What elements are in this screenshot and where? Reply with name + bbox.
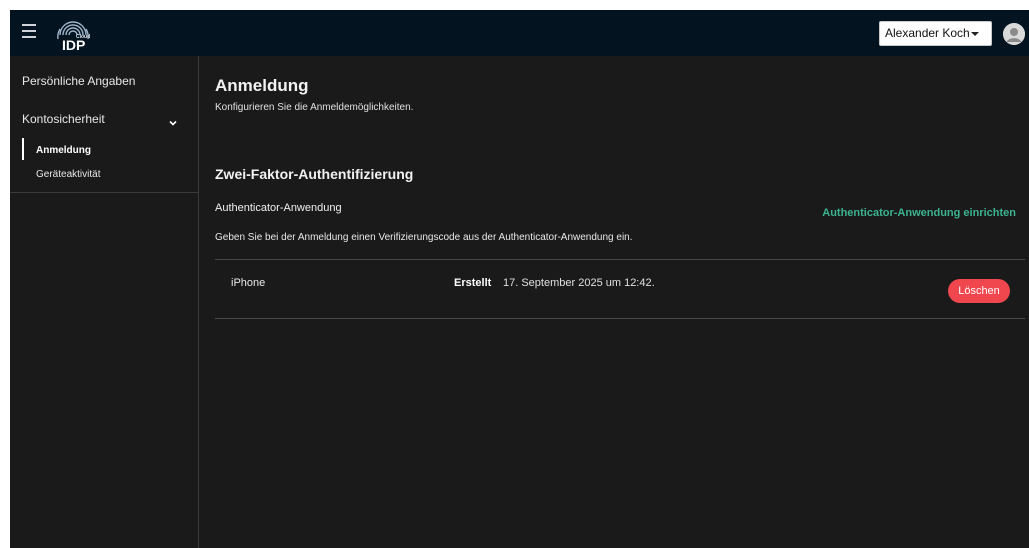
cloud-idp-logo[interactable]: Cloud IDP <box>54 13 92 53</box>
sidebar: Persönliche Angaben Kontosicherheit Anme… <box>10 56 199 548</box>
sidebar-divider <box>10 192 199 193</box>
logo-text: IDP <box>62 37 85 53</box>
sidebar-item-personal-info[interactable]: Persönliche Angaben <box>22 74 135 88</box>
device-name: iPhone <box>231 277 266 289</box>
divider <box>215 318 1025 319</box>
chevron-down-icon[interactable] <box>168 118 178 128</box>
user-avatar-icon[interactable] <box>1003 23 1025 45</box>
sidebar-item-login[interactable]: Anmeldung <box>36 145 91 156</box>
created-date: 17. September 2025 um 12:42. <box>503 277 655 289</box>
sidebar-item-device-activity[interactable]: Geräteaktivität <box>36 169 100 180</box>
user-name: Alexander Koch <box>885 26 970 40</box>
page-description: Konfigurieren Sie die Anmeldemöglichkeit… <box>215 102 414 113</box>
section-title-2fa: Zwei-Faktor-Authentifizierung <box>215 166 414 182</box>
authenticator-title: Authenticator-Anwendung <box>215 202 342 214</box>
sidebar-item-account-security[interactable]: Kontosicherheit <box>22 112 105 126</box>
created-label: Erstellt <box>454 277 492 289</box>
setup-authenticator-link[interactable]: Authenticator-Anwendung einrichten <box>822 207 1016 219</box>
app-window: Cloud IDP Alexander Koch Persönliche Ang… <box>10 10 1029 548</box>
authenticator-description: Geben Sie bei der Anmeldung einen Verifi… <box>215 232 633 243</box>
divider <box>215 259 1025 260</box>
hamburger-icon[interactable] <box>22 24 36 38</box>
main-content: Anmeldung Konfigurieren Sie die Anmeldem… <box>200 56 1029 548</box>
delete-button[interactable]: Löschen <box>948 279 1010 303</box>
active-indicator <box>22 138 24 160</box>
page-title: Anmeldung <box>215 76 309 95</box>
top-bar: Cloud IDP Alexander Koch <box>10 10 1029 56</box>
user-dropdown[interactable]: Alexander Koch <box>879 21 992 46</box>
caret-down-icon <box>971 32 979 36</box>
